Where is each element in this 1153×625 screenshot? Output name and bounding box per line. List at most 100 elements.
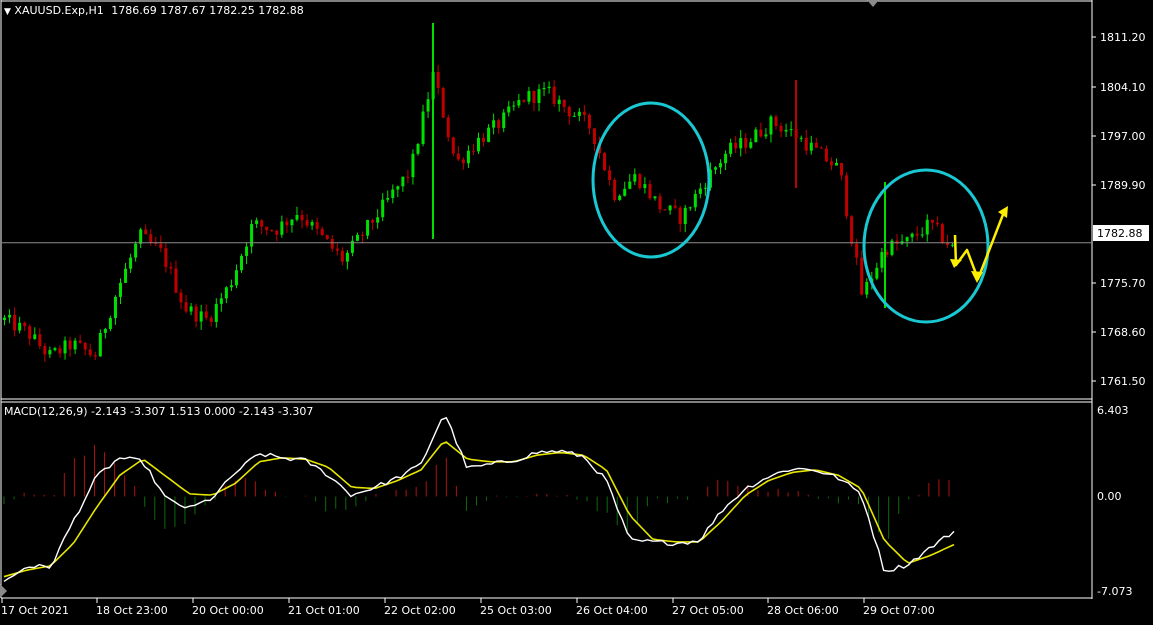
candle-body [441, 88, 445, 118]
candle-body [754, 129, 758, 143]
candle-body [58, 348, 62, 354]
candle-body [492, 120, 496, 128]
arrow-head-icon [950, 259, 962, 268]
candle-body [214, 303, 218, 322]
candle-body [8, 314, 12, 318]
candle-body [255, 220, 259, 225]
candle-body [275, 230, 279, 235]
collapse-triangle-icon[interactable]: ▼ [4, 7, 11, 17]
candle-body [855, 243, 859, 258]
candle-body [310, 222, 314, 226]
candle-body [638, 174, 642, 189]
candle-body [875, 267, 879, 279]
candle-body [28, 326, 32, 339]
candle-body [103, 328, 107, 333]
time-axis-label: 17 Oct 2021 [1, 604, 69, 617]
candle-body [204, 311, 208, 318]
candle-body [401, 176, 405, 187]
symbol-name: XAUUSD.Exp [14, 4, 85, 17]
candle-body [179, 292, 183, 303]
candle-body [845, 175, 849, 217]
candle-body [739, 138, 743, 149]
candle-body [905, 237, 909, 242]
candle-body [18, 322, 22, 331]
candle-body [678, 207, 682, 225]
candle-body [224, 287, 228, 299]
symbol-header[interactable]: ▼ XAUUSD.Exp,H1 1786.69 1787.67 1782.25 … [4, 4, 304, 17]
candle-body [169, 266, 173, 269]
candle-body [643, 184, 647, 189]
trading-chart[interactable]: 1811.20 1804.10 1797.00 1789.90 1782.88 1775.… [0, 0, 1153, 621]
candle-body [547, 86, 551, 89]
candle-body [466, 150, 470, 164]
macd-axis-label: -7.073 [1097, 585, 1132, 598]
candle-body [366, 220, 370, 236]
candle-body [744, 138, 748, 148]
candle-body [23, 322, 27, 327]
time-axis-label: 27 Oct 05:00 [672, 604, 744, 617]
candle-body [653, 196, 657, 199]
candle-body [149, 234, 153, 243]
chart-shift-marker-icon[interactable] [867, 0, 879, 7]
candle-body [108, 318, 112, 329]
candle-body [68, 340, 72, 350]
macd-main-line [3, 416, 955, 582]
candle-body [703, 187, 707, 189]
candle-body [83, 342, 87, 350]
price-axis-label: 1768.60 [1100, 326, 1146, 339]
chart-canvas[interactable]: 1811.20 1804.10 1797.00 1789.90 1782.88 1775.… [0, 0, 1153, 621]
candle-body [315, 222, 319, 229]
macd-axis-label: 0.00 [1097, 490, 1122, 503]
macd-layer [3, 416, 955, 582]
candle-body [446, 117, 450, 138]
candle-body [698, 188, 702, 194]
candle-body [174, 268, 178, 293]
macd-axis-label: 6.403 [1097, 404, 1129, 417]
candle-body [290, 219, 294, 226]
current-price-label: 1782.88 [1097, 227, 1143, 240]
candle-body [194, 306, 198, 322]
candle-body [532, 91, 536, 103]
candle-body [13, 314, 17, 331]
candle-body [43, 345, 47, 355]
candle-body [199, 311, 203, 322]
time-axis-label: 28 Oct 06:00 [767, 604, 839, 617]
candle-body [300, 215, 304, 221]
candle-body [577, 111, 581, 116]
candle-body [587, 114, 591, 129]
annotation-circle [591, 101, 711, 259]
price-axis-label: 1804.10 [1100, 81, 1146, 94]
candle-body [361, 234, 365, 236]
candle-body [305, 220, 309, 226]
candle-body [517, 99, 521, 106]
candle-body [355, 234, 359, 241]
candle-body [245, 246, 249, 256]
candle-body [144, 229, 148, 235]
time-axis-label: 18 Oct 23:00 [96, 604, 168, 617]
candle-body [487, 127, 491, 142]
candle-body [426, 99, 430, 112]
candle-body [451, 137, 455, 154]
candle-body [840, 162, 844, 176]
time-axis-label: 20 Oct 00:00 [192, 604, 264, 617]
candle-body [809, 142, 813, 151]
candle-body [78, 340, 82, 343]
candle-body [477, 137, 480, 152]
candle-body [189, 306, 193, 312]
candle-body [406, 176, 410, 178]
candle-body [371, 220, 375, 223]
candle-body [789, 129, 793, 131]
candle-body [925, 219, 929, 235]
candle-body [411, 153, 415, 178]
axes-layer: 1811.20 1804.10 1797.00 1789.90 1782.88 1775.… [0, 31, 1149, 617]
candle-body [769, 116, 773, 135]
candle-body [920, 234, 924, 236]
candle-body [376, 217, 380, 223]
candle-body [628, 181, 632, 189]
candle-body [759, 129, 763, 137]
candle-body [895, 240, 899, 244]
candle-body [658, 196, 662, 210]
candle-body [693, 193, 697, 208]
candle-body [461, 159, 465, 164]
candle-body [935, 222, 939, 225]
